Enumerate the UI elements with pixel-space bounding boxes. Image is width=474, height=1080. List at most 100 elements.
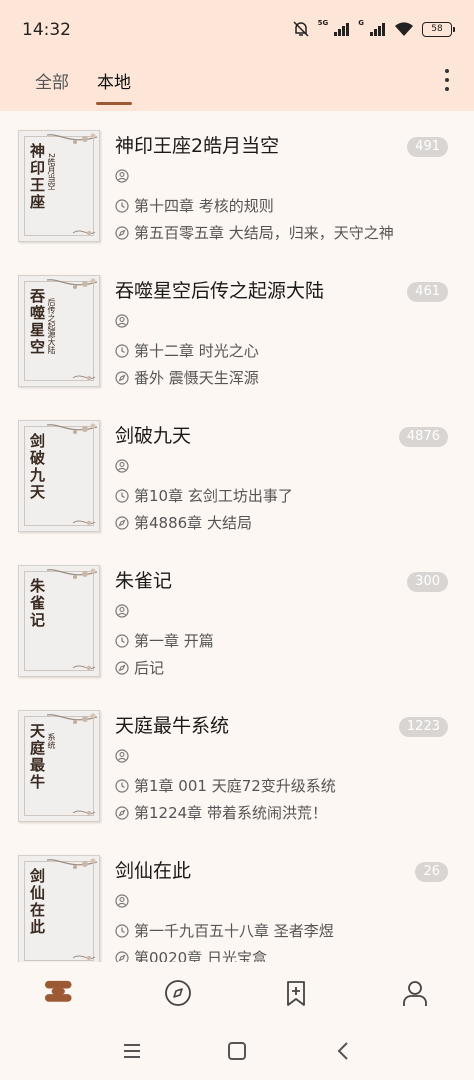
cover-vine-decoration <box>46 713 98 724</box>
compass-small-icon <box>115 515 129 530</box>
battery-indicator: 58 <box>422 21 455 37</box>
cover-flower-decoration <box>72 955 96 961</box>
latest-chapter: 第4886章 大结局 <box>134 514 252 532</box>
book-title[interactable]: 剑破九天 <box>115 421 191 448</box>
current-chapter-row: 第10章 玄剑工坊出事了 <box>115 485 293 506</box>
latest-chapter: 第1224章 带着系统闹洪荒！ <box>134 804 327 822</box>
author-icon <box>115 169 129 183</box>
cover-subtitle: 后传之起源大陆 <box>47 298 56 354</box>
cover-vine-decoration <box>46 858 98 869</box>
latest-chapter: 第0020章 日光宝盒 <box>134 949 267 962</box>
home-icon[interactable] <box>226 1040 248 1062</box>
book-cover[interactable]: 神印王座 2皓月当空 <box>18 130 100 242</box>
current-chapter: 第十二章 时光之心 <box>134 342 259 360</box>
cover-flower-decoration <box>72 375 96 381</box>
compass-small-icon <box>115 225 129 240</box>
cover-title: 剑破九天 <box>28 433 46 501</box>
current-chapter-row: 第一章 开篇 <box>115 630 214 651</box>
compass-small-icon <box>115 950 129 962</box>
status-icons: 5G G 58 <box>292 19 455 38</box>
current-chapter-row: 第一千九百五十八章 圣者李煜 <box>115 920 334 941</box>
compass-icon[interactable] <box>163 978 193 1008</box>
compass-small-icon <box>115 370 129 385</box>
top-bar: 14:32 5G G 58 全部 本地 <box>0 0 474 111</box>
book-item[interactable]: 朱雀记 朱雀记 300 第一章 开篇 后记 <box>0 546 474 691</box>
author-row <box>115 169 134 183</box>
cover-title: 天庭最牛 <box>28 723 46 791</box>
book-title[interactable]: 剑仙在此 <box>115 856 191 883</box>
author-row <box>115 604 134 618</box>
chapter-count-badge: 4876 <box>398 427 448 447</box>
author-icon <box>115 894 129 908</box>
tab-local[interactable]: 本地 <box>97 68 131 93</box>
latest-chapter-row: 后记 <box>115 657 164 678</box>
author-row <box>115 894 134 908</box>
latest-chapter-row: 第五百零五章 大结局，归来，天守之神 <box>115 222 394 243</box>
latest-chapter: 后记 <box>134 659 165 677</box>
tab-bar: 全部 本地 <box>0 58 474 111</box>
book-item[interactable]: 吞噬星空 后传之起源大陆 吞噬星空后传之起源大陆 461 第十二章 时光之心 番外 震慑天… <box>0 256 474 401</box>
bookshelf-icon[interactable] <box>44 978 74 1008</box>
current-chapter: 第10章 玄剑工坊出事了 <box>134 487 293 505</box>
current-chapter: 第一章 开篇 <box>134 632 214 650</box>
latest-chapter-row: 第1224章 带着系统闹洪荒！ <box>115 802 327 823</box>
status-bar: 14:32 5G G 58 <box>0 0 474 58</box>
book-title[interactable]: 吞噬星空后传之起源大陆 <box>115 276 324 303</box>
signal-strength-icon-2 <box>370 23 385 36</box>
book-cover[interactable]: 吞噬星空 后传之起源大陆 <box>18 275 100 387</box>
author-icon <box>115 314 129 328</box>
bookmark-add-icon[interactable] <box>281 978 311 1008</box>
book-cover[interactable]: 朱雀记 <box>18 565 100 677</box>
profile-icon[interactable] <box>400 978 430 1008</box>
book-cover[interactable]: 剑仙在此 <box>18 855 100 962</box>
book-list: 神印王座 2皓月当空 神印王座2皓月当空 491 第十四章 考核的规则 第五百零五章 大结… <box>0 111 474 962</box>
current-chapter-row: 第1章 001 天庭72变升级系统 <box>115 775 336 796</box>
recent-apps-icon[interactable] <box>121 1040 143 1062</box>
cover-title: 朱雀记 <box>28 578 46 629</box>
book-title[interactable]: 天庭最牛系统 <box>115 711 229 738</box>
cover-flower-decoration <box>72 520 96 526</box>
current-chapter-row: 第十二章 时光之心 <box>115 340 259 361</box>
clock-icon <box>115 778 129 793</box>
wifi-icon <box>395 22 413 36</box>
current-chapter: 第一千九百五十八章 圣者李煜 <box>134 922 334 940</box>
cover-subtitle: 2皓月当空 <box>47 153 56 191</box>
book-title[interactable]: 神印王座2皓月当空 <box>115 131 279 158</box>
author-row <box>115 459 134 473</box>
author-icon <box>115 749 129 763</box>
author-icon <box>115 604 129 618</box>
book-cover[interactable]: 天庭最牛 系统 <box>18 710 100 822</box>
network-type-label-2: G <box>358 19 364 27</box>
chapter-count-badge: 461 <box>407 282 448 302</box>
chapter-count-badge: 1223 <box>398 717 448 737</box>
latest-chapter-row: 番外 震慑天生浑源 <box>115 367 259 388</box>
mute-bell-icon <box>293 21 309 37</box>
network-type-label: 5G <box>317 19 329 27</box>
back-icon[interactable] <box>332 1040 354 1062</box>
current-chapter: 第1章 001 天庭72变升级系统 <box>134 777 336 795</box>
system-nav-bar <box>0 1024 474 1080</box>
battery-level: 58 <box>431 24 443 34</box>
status-time: 14:32 <box>22 20 71 40</box>
book-item[interactable]: 天庭最牛 系统 天庭最牛系统 1223 第1章 001 天庭72变升级系统 第1224章 … <box>0 691 474 836</box>
current-chapter-row: 第十四章 考核的规则 <box>115 195 274 216</box>
more-options-icon[interactable] <box>440 68 454 92</box>
latest-chapter: 番外 震慑天生浑源 <box>134 369 259 387</box>
book-item[interactable]: 神印王座 2皓月当空 神印王座2皓月当空 491 第十四章 考核的规则 第五百零五章 大结… <box>0 111 474 256</box>
book-item[interactable]: 剑破九天 剑破九天 4876 第10章 玄剑工坊出事了 第4886章 大结局 <box>0 401 474 546</box>
signal-strength-icon <box>334 23 350 36</box>
cover-flower-decoration <box>72 230 96 236</box>
author-row <box>115 749 134 763</box>
tab-all[interactable]: 全部 <box>35 68 69 93</box>
clock-icon <box>115 633 129 648</box>
chapter-count-badge: 26 <box>415 862 448 882</box>
cover-title: 神印王座 <box>28 143 46 211</box>
cover-subtitle: 系统 <box>47 733 56 749</box>
bottom-nav <box>0 962 474 1024</box>
latest-chapter-row: 第4886章 大结局 <box>115 512 252 533</box>
book-cover[interactable]: 剑破九天 <box>18 420 100 532</box>
book-item[interactable]: 剑仙在此 剑仙在此 26 第一千九百五十八章 圣者李煜第0020章 日光宝盒 <box>0 836 474 962</box>
book-title[interactable]: 朱雀记 <box>115 566 172 593</box>
cover-vine-decoration <box>46 278 98 289</box>
compass-small-icon <box>115 660 129 675</box>
